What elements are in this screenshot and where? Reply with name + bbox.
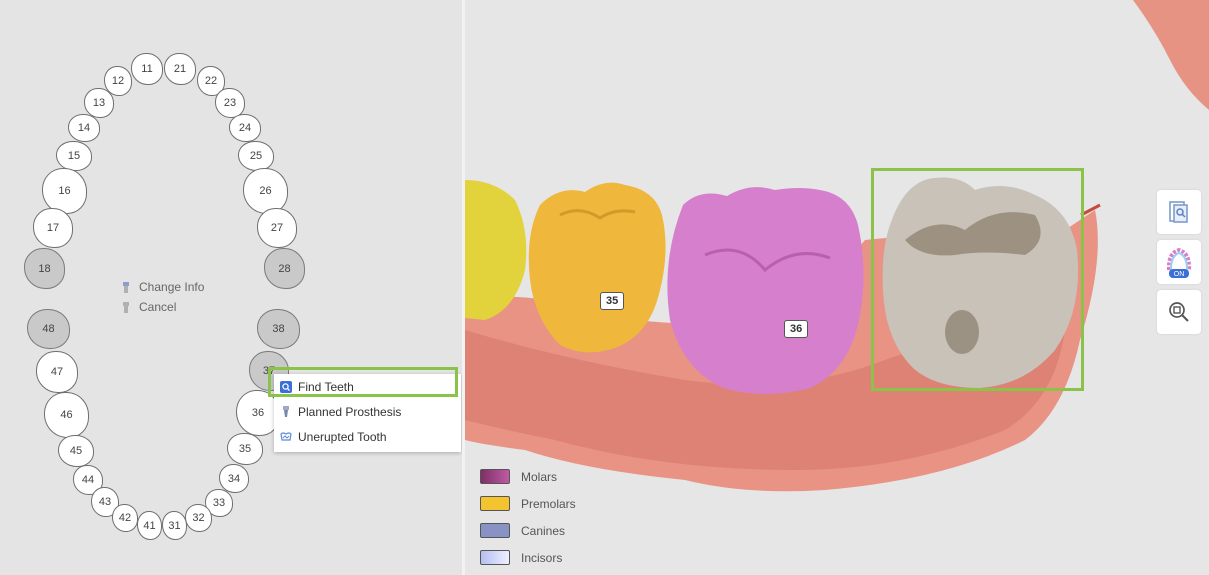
tooth-27[interactable]: 27 (257, 208, 297, 248)
implant-icon (283, 405, 289, 417)
tooth-info-icon (123, 281, 129, 293)
tooth-32[interactable]: 32 (185, 504, 212, 532)
molars-swatch (480, 469, 510, 484)
tooth-38[interactable]: 38 (257, 309, 300, 349)
tooth-34[interactable]: 34 (219, 464, 249, 493)
legend-molars: Molars (480, 463, 576, 490)
premolars-swatch (480, 496, 510, 511)
find-teeth-highlight (268, 367, 458, 397)
tooth-11[interactable]: 11 (131, 53, 163, 85)
tooth-17[interactable]: 17 (33, 208, 73, 248)
legend-incisors: Incisors (480, 544, 576, 571)
legend-premolars-label: Premolars (521, 496, 576, 511)
scan-3d-model[interactable] (465, 0, 1209, 575)
tooth-21[interactable]: 21 (164, 53, 196, 85)
legend-canines-label: Canines (521, 523, 566, 538)
tooth-cancel-icon (123, 301, 129, 313)
tooth-25[interactable]: 25 (238, 141, 274, 171)
unerupted-tooth-label: Unerupted Tooth (298, 429, 387, 444)
legend-canines: Canines (480, 517, 576, 544)
tooth-31[interactable]: 31 (162, 511, 187, 540)
tooth-type-legend: Molars Premolars Canines Incisors (480, 463, 576, 571)
incisors-swatch (480, 550, 510, 565)
zoom-fit-button[interactable] (1157, 290, 1201, 334)
cancel-label: Cancel (139, 300, 177, 314)
cancel-item[interactable]: Cancel (122, 297, 204, 317)
molar-36 (667, 187, 864, 394)
tooth-28[interactable]: 28 (264, 248, 305, 289)
scan-viewport[interactable]: 35 36 Molars Premolars Canines Incisors (465, 0, 1209, 575)
unerupted-tooth-item[interactable]: Unerupted Tooth (274, 424, 461, 449)
upper-gum (1133, 0, 1209, 110)
tooth-15[interactable]: 15 (56, 141, 92, 171)
viewport-toolbar: ON (1157, 190, 1201, 340)
tooth-48[interactable]: 48 (27, 309, 70, 349)
document-search-button[interactable] (1157, 190, 1201, 234)
legend-molars-label: Molars (521, 469, 558, 484)
chart-context-menu: Change Info Cancel (122, 277, 204, 317)
zoom-fit-icon (1169, 302, 1189, 322)
tooth-45[interactable]: 45 (58, 435, 94, 467)
tooth-13[interactable]: 13 (84, 88, 114, 118)
unerupted-tooth-icon (280, 431, 292, 441)
planned-prosthesis-item[interactable]: Planned Prosthesis (274, 399, 461, 424)
document-search-icon (1169, 201, 1188, 223)
legend-premolars: Premolars (480, 490, 576, 517)
tooth-18[interactable]: 18 (24, 248, 65, 289)
planned-prosthesis-label: Planned Prosthesis (298, 404, 402, 419)
tooth-42[interactable]: 42 (112, 504, 138, 532)
found-tooth-highlight (871, 168, 1084, 391)
legend-incisors-label: Incisors (521, 550, 563, 565)
tooth-label-35[interactable]: 35 (600, 292, 625, 310)
tooth-46[interactable]: 46 (44, 392, 89, 438)
tooth-26[interactable]: 26 (243, 168, 288, 214)
tooth-41[interactable]: 41 (137, 511, 162, 540)
change-info-label: Change Info (139, 280, 205, 294)
tooth-14[interactable]: 14 (68, 114, 100, 142)
tooth-label-36[interactable]: 36 (784, 320, 809, 338)
canines-swatch (480, 523, 510, 538)
tooth-47[interactable]: 47 (36, 351, 78, 393)
tooth-chart-panel: 11 21 12 22 13 23 14 24 15 25 16 26 17 2… (0, 0, 462, 575)
arch-toggle-state: ON (1174, 271, 1185, 278)
tooth-35[interactable]: 35 (227, 433, 263, 465)
arch-toggle-button[interactable]: ON (1157, 240, 1201, 284)
arch-on-icon: ON (1166, 247, 1192, 278)
tooth-24[interactable]: 24 (229, 114, 261, 142)
change-info-item[interactable]: Change Info (122, 277, 204, 297)
